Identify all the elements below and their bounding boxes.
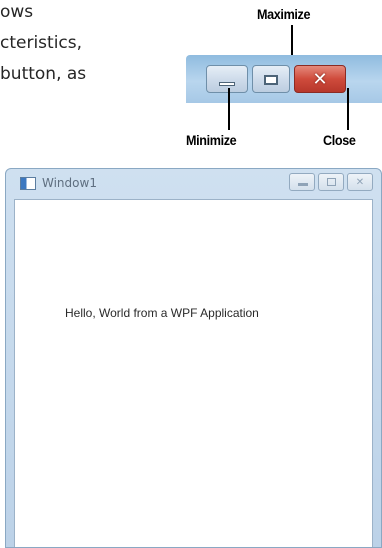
wpf-window: Window1 ✕ Hello, World from a WPF Applic… [5, 168, 382, 548]
doc-line-2: cteristics, [0, 33, 83, 53]
maximize-icon [327, 178, 336, 186]
window-app-icon[interactable] [20, 177, 36, 190]
window-client-area: Hello, World from a WPF Application [14, 199, 373, 547]
close-icon: ✕ [312, 68, 328, 90]
window-maximize-button[interactable] [318, 173, 344, 191]
minimize-icon [298, 183, 308, 186]
doc-line-1: ows [0, 2, 34, 22]
callout-minimize-leader [228, 88, 230, 130]
zoomed-maximize-button[interactable] [252, 65, 290, 93]
doc-line-3: button, as [0, 64, 87, 84]
callout-maximize: Maximize [257, 6, 311, 22]
zoomed-close-button[interactable]: ✕ [294, 65, 346, 93]
window-titlebar[interactable]: Window1 ✕ [6, 169, 381, 199]
callout-close-leader [347, 88, 349, 130]
zoomed-caption-buttons: ✕ [186, 55, 382, 103]
callout-close: Close [323, 132, 356, 148]
zoomed-minimize-button[interactable] [206, 65, 248, 93]
hello-world-label: Hello, World from a WPF Application [65, 306, 259, 320]
minimize-icon [219, 82, 235, 86]
close-icon: ✕ [355, 176, 365, 188]
window-close-button[interactable]: ✕ [347, 173, 373, 191]
window-caption-buttons: ✕ [289, 173, 373, 191]
callout-minimize: Minimize [186, 132, 237, 148]
window-title: Window1 [42, 176, 97, 190]
window-minimize-button[interactable] [289, 173, 315, 191]
maximize-icon [264, 75, 278, 85]
